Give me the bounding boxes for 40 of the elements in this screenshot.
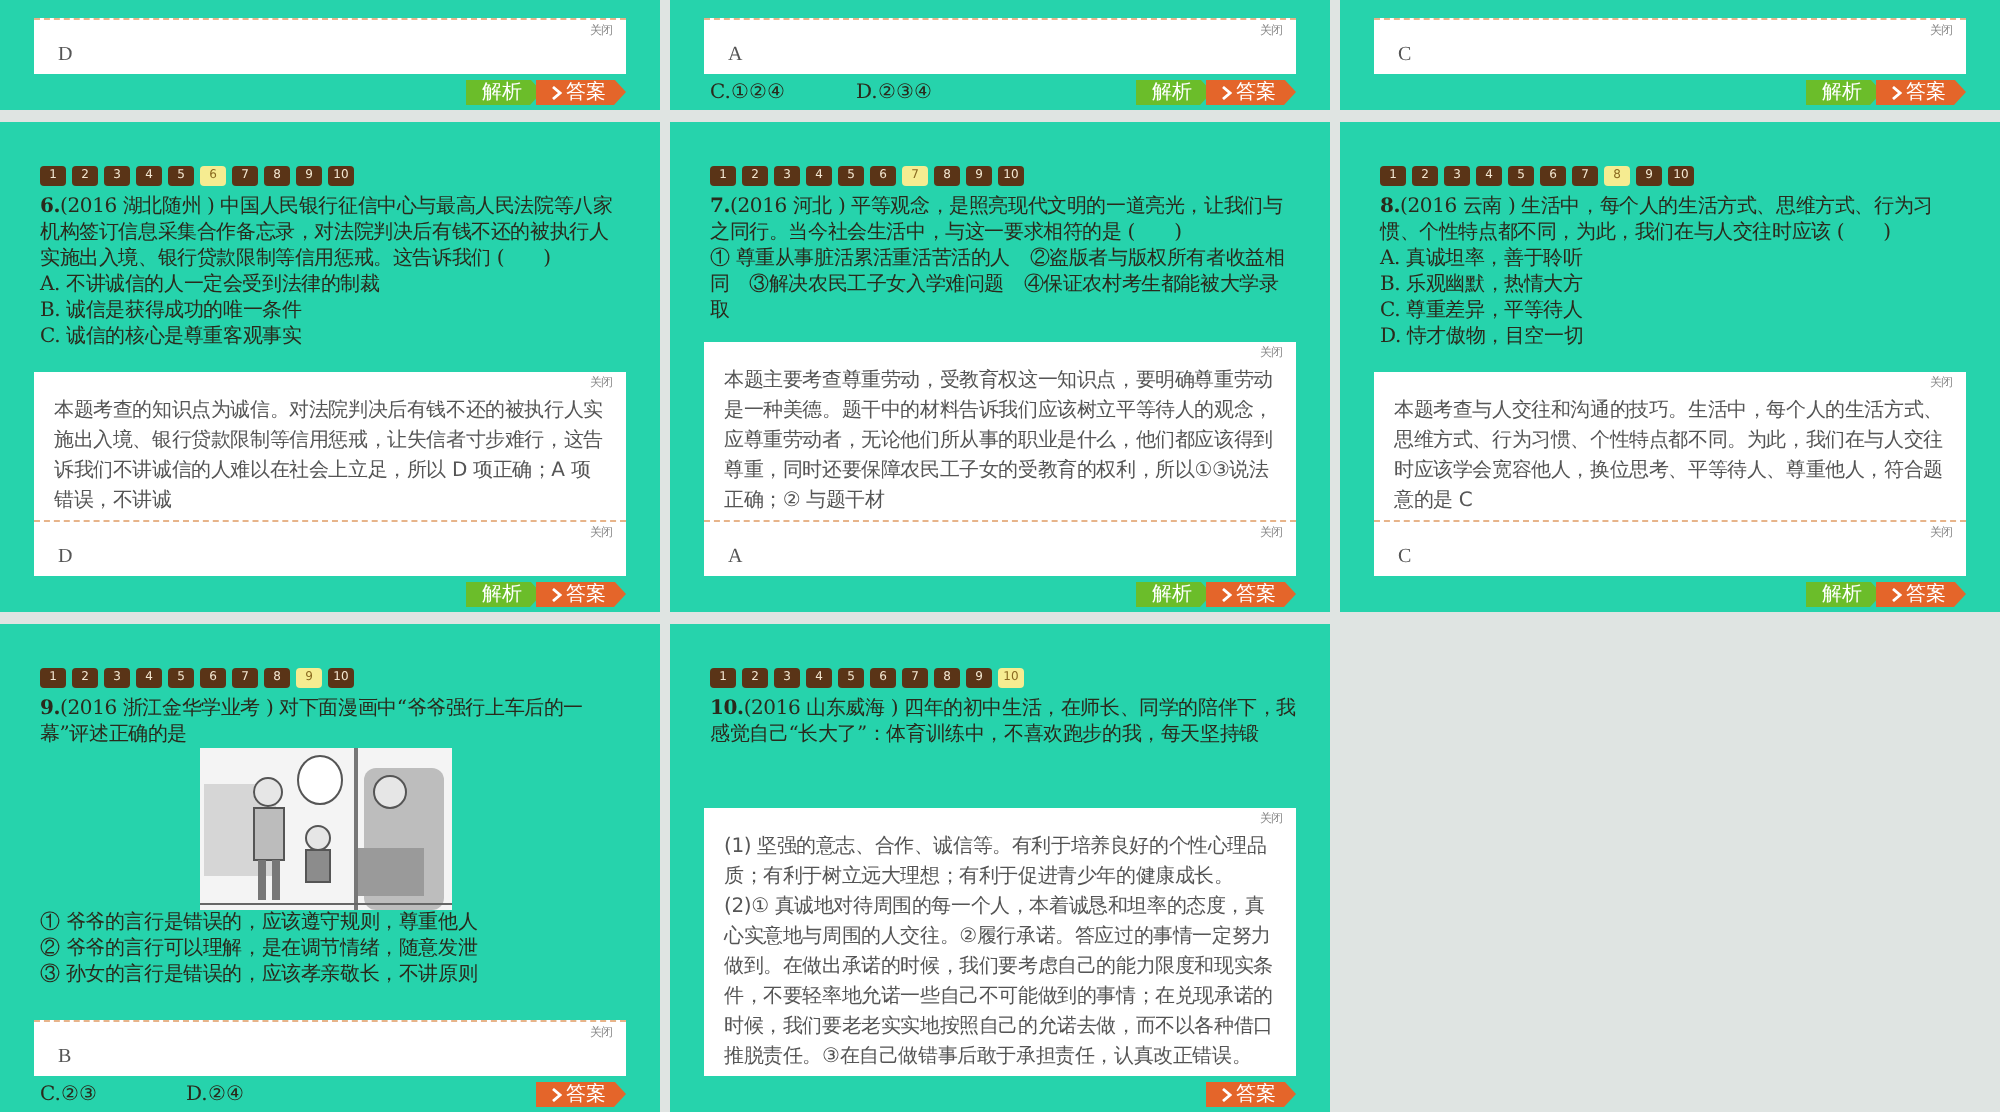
explanation-text: (1) 坚强的意志、合作、诚信等。有利于培养良好的个性心理品质；有利于树立远大理想；有利于促进青少年的健康成长。 [724,833,1269,892]
question-text: 7.(2016 河北 ) 平等观念，是照亮现代文明的一道亮光，让我们与之同行。当今社会生活中，与这一要求相符的是 ( ) [710,194,1285,246]
answer-text: C [1398,546,1411,568]
chevron-icon [552,85,562,99]
explanation-text: 本题考查与人交往和沟通的技巧。生活中，每个人的生活方式、思维方式、行为习惯、个性特点都不同。为此，我们在与人交往时应该学会宽容他人，换位思考、平等待人、尊重他人，符合题意的是 C [1394,397,1945,516]
question-text: 8.(2016 云南 ) 生活中，每个人的生活方式、思维方式、行为习惯、个性特点都不同，为此，我们在与人交往时应该 ( ) [1380,194,1935,246]
option-text: D.②④ [186,1082,246,1106]
answer-text: D [58,546,73,568]
chevron-icon [1222,587,1232,601]
chevron-icon [1222,1087,1232,1101]
choice-text: ① 尊重从事脏活累活重活苦活的人 ②盗版者与版权所有者收益相同 ③解决农民工子女入学难问题 ④保证农村考生都能被大学录取 [710,246,1287,324]
explanation-text: 本题主要考查尊重劳动，受教育权这一知识点，要明确尊重劳动是一种美德。题干中的材料告诉我们应该树立平等待人的观念，应尊重劳动者，无论他们所从事的职业是什么，他们都应该得到尊重，同时还要保障农民工子女的受教育的权利，所以①③说法正确；② 与题干材 [724,367,1275,516]
answer-text: A [728,44,743,66]
chevron-icon [552,1087,562,1101]
choice-text: A. 不讲诚信的人一定会受到法律的制裁 [40,272,382,298]
choice-text: B. 诚信是获得成功的唯一条件 [40,298,304,324]
answer-text: B [58,1046,71,1068]
chevron-icon [1892,85,1902,99]
question-text: 6.(2016 湖北随州 ) 中国人民银行征信中心与最高人民法院等八家机构签订信息采集合作备忘录，对法院判决后有钱不还的被执行人实施出入境、银行贷款限制等信用惩戒。这告诉我们 ( ) [40,194,615,272]
choice-text: ② 爷爷的言行可以理解，是在调节情绪，随意发泄 [40,936,480,962]
chevron-icon [1892,587,1902,601]
explanation-text: 本题考查的知识点为诚信。对法院判决后有钱不还的被执行人实施出入境、银行贷款限制等信用惩戒，让失信者寸步难行，这告诉我们不讲诚信的人难以在社会上立足，所以 D 项正确；A 项错误，不讲诚 [54,397,605,516]
question-text: 10.(2016 山东威海 ) 四年的初中生活，在师长、同学的陪伴下，我感觉自己“长大了”：体育训练中，不喜欢跑步的我，每天坚持锻 [710,696,1296,748]
choice-text: B. 乐观幽默，热情大方 [1380,272,1585,298]
answer-text: A [728,546,743,568]
chevron-icon [552,587,562,601]
answer-text: C [1398,44,1411,66]
question-text: 9.(2016 浙江金华学业考 ) 对下面漫画中“爷爷强行上车后的一幕”评述正确的是 [40,696,586,748]
choice-text: ① 爷爷的言行是错误的，应该遵守规则，尊重他人 [40,910,480,936]
answer-text: D [58,44,73,66]
choice-text: C. 尊重差异，平等待人 [1380,298,1585,324]
choice-text: ③ 孙女的言行是错误的，应该孝亲敬长，不讲原则 [40,962,480,988]
option-text: C.①②④ [710,80,787,104]
choice-text: C. 诚信的核心是尊重客观事实 [40,324,304,350]
option-text: C.②③ [40,1082,99,1106]
chevron-icon [1222,85,1232,99]
choice-text: D. 恃才傲物，目空一切 [1380,324,1586,350]
option-text: D.②③④ [856,80,934,104]
explanation-text: (2)① 真诚地对待周围的每一个人，本着诚恳和坦率的态度，真心实意地与周围的人交往。②履行承诺。答应过的事情一定努力做到。在做出承诺的时候，我们要考虑自己的能力限度和现实条件，不要轻率地允诺一些自己不可能做到的事情；在兑现承诺的时候，我们要老老实实地按照自己的允诺去做，而不以各种借口推脱责任。③在自己做错事后敢于承担责任，认真改正错误。 [724,893,1275,1072]
choice-text: A. 真诚坦率，善于聆听 [1380,246,1585,272]
